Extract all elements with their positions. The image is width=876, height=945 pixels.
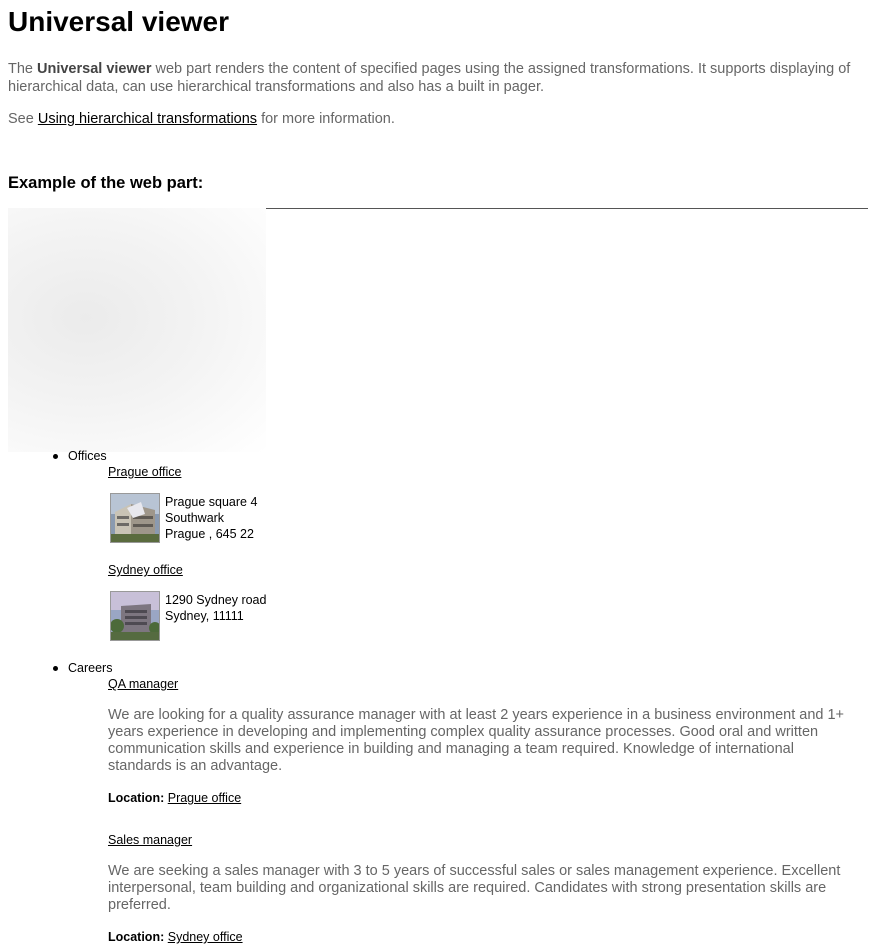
- sales-manager-location: Location: Sydney office: [108, 930, 243, 945]
- address-line: Southwark: [165, 511, 225, 525]
- location-label: Location:: [108, 791, 165, 805]
- sydney-office-link[interactable]: Sydney office: [108, 563, 183, 578]
- prague-office-address: Prague square 4 Southwark Prague , 645 2…: [165, 494, 257, 542]
- prague-office-location-link[interactable]: Prague office: [168, 791, 241, 805]
- intro-prefix: The: [8, 61, 38, 77]
- building-photo-icon: [111, 494, 159, 542]
- sales-manager-description: We are seeking a sales manager with 3 to…: [108, 863, 841, 913]
- see-also-paragraph: See Using hierarchical transformations f…: [8, 110, 868, 128]
- intro-bold-name: Universal viewer: [37, 61, 152, 77]
- location-label: Location:: [108, 930, 165, 944]
- hierarchical-transformations-link[interactable]: Using hierarchical transformations: [38, 111, 257, 127]
- offices-background-shade: [8, 208, 266, 452]
- bullet-icon: [53, 454, 58, 459]
- sydney-office-image: [110, 591, 161, 641]
- prague-office-link[interactable]: Prague office: [108, 465, 181, 480]
- address-line: Sydney, 11111: [165, 609, 244, 623]
- intro-paragraph: The Universal viewer web part renders th…: [8, 60, 868, 96]
- qa-manager-location: Location: Prague office: [108, 791, 241, 806]
- sydney-office-address: 1290 Sydney road Sydney, 11111: [165, 592, 266, 624]
- see-suffix: for more information.: [257, 111, 395, 127]
- sydney-office-location-link[interactable]: Sydney office: [168, 930, 243, 944]
- category-careers: Careers: [68, 661, 113, 675]
- qa-manager-link[interactable]: QA manager: [108, 677, 178, 692]
- prague-office-image: [110, 493, 160, 543]
- address-line: Prague , 645 22: [165, 527, 254, 541]
- bullet-icon: [53, 666, 58, 671]
- page-title: Universal viewer: [8, 6, 230, 37]
- category-offices: Offices: [68, 449, 107, 463]
- qa-manager-description: We are looking for a quality assurance m…: [108, 707, 845, 774]
- sales-manager-link[interactable]: Sales manager: [108, 833, 192, 848]
- see-prefix: See: [8, 111, 38, 127]
- building-photo-icon: [110, 592, 161, 640]
- address-line: Prague square 4: [165, 495, 258, 509]
- section-heading: Example of the web part:: [8, 174, 204, 192]
- page: Universal viewer The Universal viewer we…: [0, 0, 876, 209]
- address-line: 1290 Sydney road: [165, 593, 267, 607]
